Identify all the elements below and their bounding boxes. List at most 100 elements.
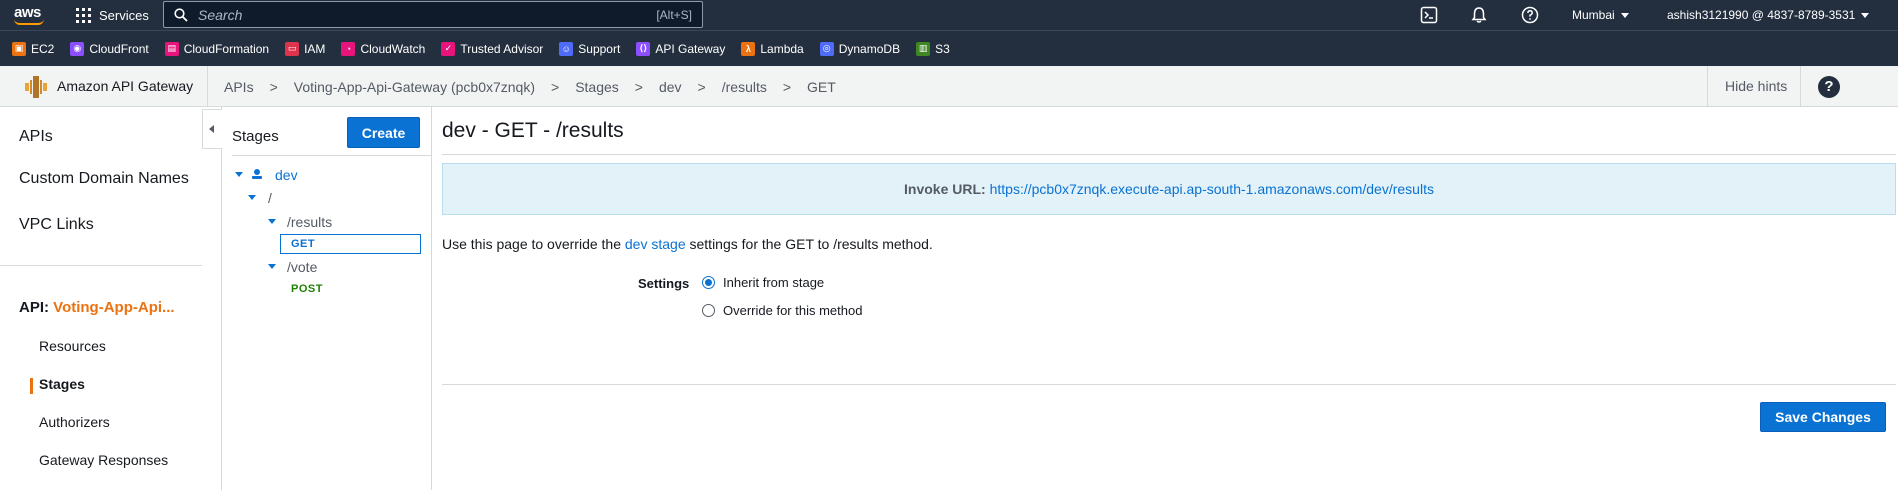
favorite-iam[interactable]: ▭ IAM bbox=[285, 41, 326, 56]
breadcrumb-separator: > bbox=[782, 78, 792, 95]
inherit-from-stage-option[interactable]: Inherit from stage bbox=[702, 275, 824, 290]
tree-resource-vote[interactable]: /vote bbox=[287, 259, 317, 275]
help-circle-icon[interactable] bbox=[1521, 6, 1539, 24]
save-changes-button[interactable]: Save Changes bbox=[1760, 402, 1886, 432]
favorite-label: CloudFront bbox=[89, 41, 149, 56]
dev-stage-link[interactable]: dev stage bbox=[625, 236, 686, 252]
tree-resource-root[interactable]: / bbox=[268, 190, 272, 206]
favorite-label: Trusted Advisor bbox=[460, 41, 544, 56]
breadcrumb-separator: > bbox=[551, 78, 560, 95]
service-name[interactable]: Amazon API Gateway bbox=[57, 66, 193, 107]
sidebar-item-gateway-responses[interactable]: Gateway Responses bbox=[39, 452, 168, 468]
favorite-label: EC2 bbox=[31, 41, 55, 56]
favorite-label: Support bbox=[578, 41, 621, 56]
expand-caret-icon[interactable] bbox=[235, 172, 243, 177]
api-gateway-logo-icon[interactable] bbox=[24, 75, 48, 99]
active-indicator bbox=[30, 378, 33, 394]
aws-logo[interactable]: aws bbox=[12, 3, 46, 27]
title-divider bbox=[442, 154, 1896, 155]
breadcrumb-results[interactable]: /results bbox=[722, 79, 767, 95]
main-content: dev - GET - /results Invoke URL: https:/… bbox=[432, 107, 1898, 490]
breadcrumb-apis[interactable]: APIs bbox=[224, 79, 254, 95]
favorite-ec2[interactable]: ▣ EC2 bbox=[12, 41, 55, 56]
search-bar[interactable]: [Alt+S] bbox=[163, 1, 703, 28]
top-navigation-bar: aws Services [Alt+S] Mumbai ashish312199… bbox=[0, 0, 1898, 30]
api-name-link[interactable]: Voting-App-Api... bbox=[53, 299, 174, 316]
sidebar-item-custom-domain-names[interactable]: Custom Domain Names bbox=[19, 170, 189, 188]
settings-label: Settings bbox=[638, 276, 690, 291]
bell-icon[interactable] bbox=[1470, 6, 1488, 24]
override-method-option[interactable]: Override for this method bbox=[702, 303, 862, 318]
services-menu-button[interactable]: Services bbox=[76, 0, 149, 30]
account-menu[interactable]: ashish3121990 @ 4837-8789-3531 bbox=[1667, 0, 1870, 30]
ec2-icon: ▣ bbox=[12, 41, 26, 56]
breadcrumb-stages[interactable]: Stages bbox=[575, 79, 619, 95]
breadcrumb-dev[interactable]: dev bbox=[659, 79, 682, 95]
grid-icon bbox=[76, 7, 91, 23]
aws-smile-icon bbox=[14, 19, 44, 25]
left-sidebar: APIs Custom Domain Names VPC Links API: … bbox=[0, 107, 222, 490]
help-button[interactable]: ? bbox=[1818, 76, 1840, 98]
favorites-bar: ▣ EC2 ◉ CloudFront ▤ CloudFormation ▭ IAM ◔ C… bbox=[0, 30, 1898, 66]
favorite-api-gateway[interactable]: ⟨⟩ API Gateway bbox=[636, 41, 726, 56]
iam-icon: ▭ bbox=[285, 41, 300, 56]
sidebar-item-resources[interactable]: Resources bbox=[39, 338, 106, 354]
page-title: dev - GET - /results bbox=[442, 119, 624, 142]
favorite-s3[interactable]: ▥ S3 bbox=[916, 41, 950, 56]
invoke-url-link[interactable]: https://pcb0x7znqk.execute-api.ap-south-… bbox=[990, 181, 1434, 197]
breadcrumb-separator: > bbox=[697, 78, 706, 95]
favorite-label: Lambda bbox=[760, 41, 804, 56]
favorite-dynamodb[interactable]: ◎ DynamoDB bbox=[819, 41, 900, 56]
cloudwatch-icon: ◔ bbox=[341, 41, 356, 56]
account-label: ashish3121990 @ 4837-8789-3531 bbox=[1667, 8, 1856, 22]
sidebar-item-vpc-links[interactable]: VPC Links bbox=[19, 216, 94, 234]
help-text: Use this page to override the dev stage … bbox=[442, 236, 933, 252]
stages-panel-title: Stages bbox=[232, 128, 279, 145]
hide-hints-button[interactable]: Hide hints bbox=[1725, 66, 1787, 107]
sidebar-item-apis[interactable]: APIs bbox=[19, 128, 53, 146]
trusted-advisor-icon: ✓ bbox=[441, 41, 456, 56]
breadcrumb-current: GET bbox=[807, 78, 836, 95]
create-stage-button[interactable]: Create bbox=[347, 117, 420, 148]
favorite-lambda[interactable]: λ Lambda bbox=[741, 41, 804, 56]
favorite-label: IAM bbox=[304, 41, 326, 56]
favorite-support[interactable]: ☺ Support bbox=[559, 41, 621, 56]
api-gateway-icon: ⟨⟩ bbox=[636, 41, 651, 56]
help-text-suffix: settings for the GET to /results method. bbox=[689, 236, 933, 252]
breadcrumb-separator: > bbox=[269, 78, 278, 95]
expand-caret-icon[interactable] bbox=[268, 219, 276, 224]
sidebar-item-stages[interactable]: Stages bbox=[39, 376, 85, 392]
override-option-label: Override for this method bbox=[723, 303, 863, 318]
divider bbox=[1707, 66, 1708, 107]
tree-resource-results[interactable]: /results bbox=[287, 214, 332, 230]
collapse-sidebar-button[interactable] bbox=[202, 109, 222, 149]
favorite-label: CloudFormation bbox=[183, 41, 270, 56]
favorite-trusted-advisor[interactable]: ✓ Trusted Advisor bbox=[441, 41, 544, 56]
cloudfront-icon: ◉ bbox=[70, 41, 85, 56]
footer-divider bbox=[442, 384, 1896, 385]
services-label: Services bbox=[99, 7, 149, 23]
tree-stage-dev[interactable]: dev bbox=[275, 167, 298, 183]
favorite-cloudwatch[interactable]: ◔ CloudWatch bbox=[341, 41, 426, 56]
expand-caret-icon[interactable] bbox=[268, 264, 276, 269]
sidebar-item-authorizers[interactable]: Authorizers bbox=[39, 414, 110, 430]
cloudformation-icon: ▤ bbox=[164, 41, 179, 56]
search-input[interactable] bbox=[188, 2, 657, 27]
override-radio-button[interactable] bbox=[702, 304, 715, 317]
expand-caret-icon[interactable] bbox=[248, 195, 256, 200]
tree-method-get-selected[interactable]: GET bbox=[280, 234, 421, 254]
inherit-radio-button[interactable] bbox=[702, 276, 715, 289]
breadcrumb-api-name[interactable]: Voting-App-Api-Gateway (pcb0x7znqk) bbox=[294, 79, 535, 95]
support-icon: ☺ bbox=[559, 41, 574, 56]
favorite-label: CloudWatch bbox=[360, 41, 426, 56]
favorite-cloudfront[interactable]: ◉ CloudFront bbox=[70, 41, 149, 56]
console-header-bar: Amazon API Gateway APIs > Voting-App-Api… bbox=[0, 66, 1898, 107]
cloudshell-icon[interactable] bbox=[1420, 6, 1438, 24]
region-selector[interactable]: Mumbai bbox=[1572, 0, 1629, 30]
tree-method-post[interactable]: POST bbox=[291, 283, 323, 295]
favorite-cloudformation[interactable]: ▤ CloudFormation bbox=[164, 41, 270, 56]
inherit-option-label: Inherit from stage bbox=[723, 275, 825, 290]
sidebar-api-heading: API: Voting-App-Api... bbox=[19, 299, 175, 316]
favorite-label: API Gateway bbox=[655, 41, 726, 56]
breadcrumb: APIs > Voting-App-Api-Gateway (pcb0x7znq… bbox=[224, 66, 836, 107]
